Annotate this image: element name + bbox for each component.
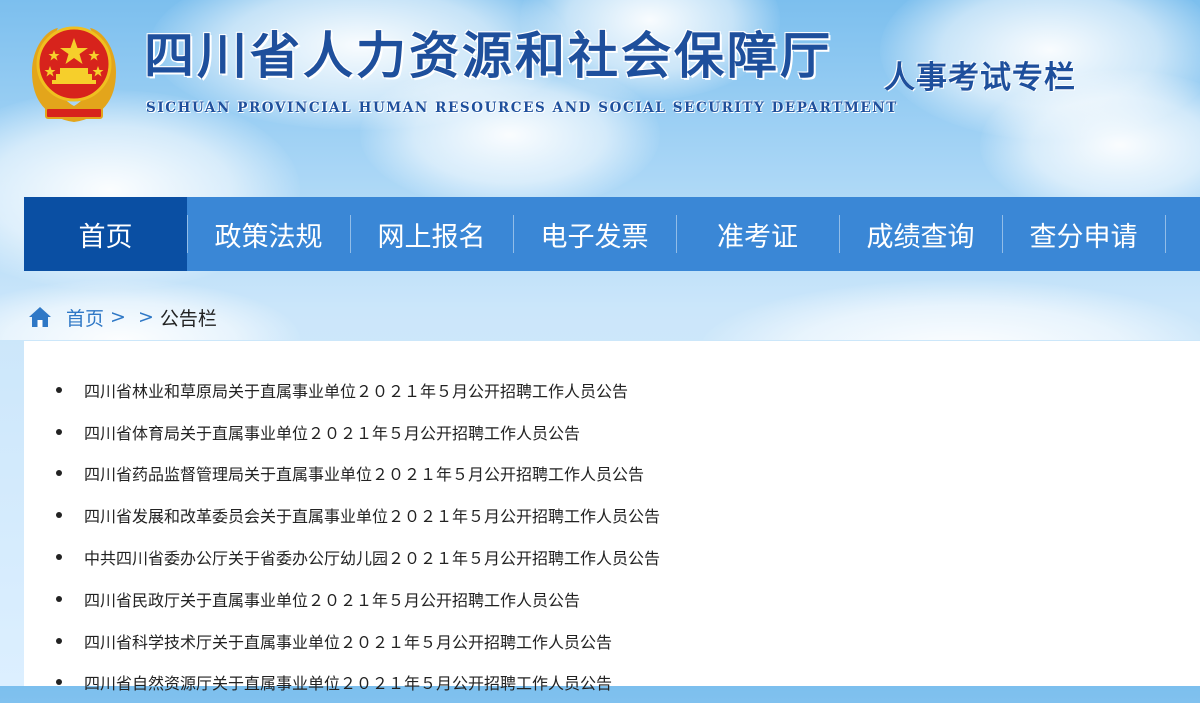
bullet-icon [56, 512, 62, 519]
nav-item-online-registration[interactable]: 网上报名 [350, 197, 513, 271]
nav-item-admission-ticket[interactable]: 准考证 [676, 197, 839, 271]
site-title: 四川省人力资源和社会保障厅 [144, 26, 833, 85]
national-emblem-icon [32, 26, 116, 122]
notice-link[interactable]: 四川省发展和改革委员会关于直属事业单位２０２１年５月公开招聘工作人员公告 [84, 503, 660, 527]
nav-item-home[interactable]: 首页 [24, 197, 187, 271]
list-item: 四川省科学技术厅关于直属事业单位２０２１年５月公开招聘工作人员公告 [56, 620, 660, 662]
list-item: 四川省自然资源厅关于直属事业单位２０２１年５月公开招聘工作人员公告 [56, 662, 660, 703]
notice-panel: 四川省林业和草原局关于直属事业单位２０２１年５月公开招聘工作人员公告 四川省体育… [24, 341, 1200, 693]
list-item: 四川省发展和改革委员会关于直属事业单位２０２１年５月公开招聘工作人员公告 [56, 494, 660, 536]
exam-column-tag: 人事考试专栏 [884, 60, 1076, 96]
notice-link[interactable]: 四川省林业和草原局关于直属事业单位２０２１年５月公开招聘工作人员公告 [84, 378, 628, 402]
notice-link[interactable]: 四川省民政厅关于直属事业单位２０２１年５月公开招聘工作人员公告 [84, 587, 580, 611]
breadcrumb-current: 公告栏 [159, 307, 217, 330]
notice-list: 四川省林业和草原局关于直属事业单位２０２１年５月公开招聘工作人员公告 四川省体育… [56, 369, 660, 703]
list-item: 中共四川省委办公厅关于省委办公厅幼儿园２０２１年５月公开招聘工作人员公告 [56, 536, 660, 578]
notice-link[interactable]: 中共四川省委办公厅关于省委办公厅幼儿园２０２１年５月公开招聘工作人员公告 [84, 545, 660, 569]
notice-link[interactable]: 四川省自然资源厅关于直属事业单位２０２１年５月公开招聘工作人员公告 [84, 670, 612, 694]
nav-item-score-review[interactable]: 查分申请 [1002, 197, 1165, 271]
list-item: 四川省林业和草原局关于直属事业单位２０２１年５月公开招聘工作人员公告 [56, 369, 660, 411]
bullet-icon [56, 386, 62, 393]
site-subtitle: SICHUAN PROVINCIAL HUMAN RESOURCES AND S… [146, 100, 898, 116]
nav-item-score-query[interactable]: 成绩查询 [839, 197, 1002, 271]
nav-item-policies[interactable]: 政策法规 [187, 197, 350, 271]
breadcrumb: 首页 > > 公告栏 [28, 302, 217, 332]
list-item: 四川省药品监督管理局关于直属事业单位２０２１年５月公开招聘工作人员公告 [56, 453, 660, 495]
notice-link[interactable]: 四川省体育局关于直属事业单位２０２１年５月公开招聘工作人员公告 [84, 420, 580, 444]
notice-link[interactable]: 四川省药品监督管理局关于直属事业单位２０２１年５月公开招聘工作人员公告 [84, 461, 644, 485]
list-item: 四川省民政厅关于直属事业单位２０２１年５月公开招聘工作人员公告 [56, 578, 660, 620]
home-icon [29, 307, 51, 327]
bullet-icon [56, 554, 62, 561]
bullet-icon [56, 470, 62, 477]
nav-item-certificate[interactable]: 证 [1165, 197, 1200, 271]
bullet-icon [56, 595, 62, 602]
notice-link[interactable]: 四川省科学技术厅关于直属事业单位２０２１年５月公开招聘工作人员公告 [84, 629, 612, 653]
bullet-icon [56, 679, 62, 686]
list-item: 四川省体育局关于直属事业单位２０２１年５月公开招聘工作人员公告 [56, 411, 660, 453]
breadcrumb-home-link[interactable]: 首页 [66, 304, 104, 331]
site-header: 四川省人力资源和社会保障厅 SICHUAN PROVINCIAL HUMAN R… [0, 0, 1200, 197]
bullet-icon [56, 637, 62, 644]
bullet-icon [56, 428, 62, 435]
breadcrumb-separator: > [110, 306, 126, 328]
breadcrumb-separator: > [137, 306, 154, 328]
nav-item-e-invoice[interactable]: 电子发票 [513, 197, 676, 271]
main-nav: 首页 政策法规 网上报名 电子发票 准考证 成绩查询 查分申请 证 [24, 197, 1200, 271]
